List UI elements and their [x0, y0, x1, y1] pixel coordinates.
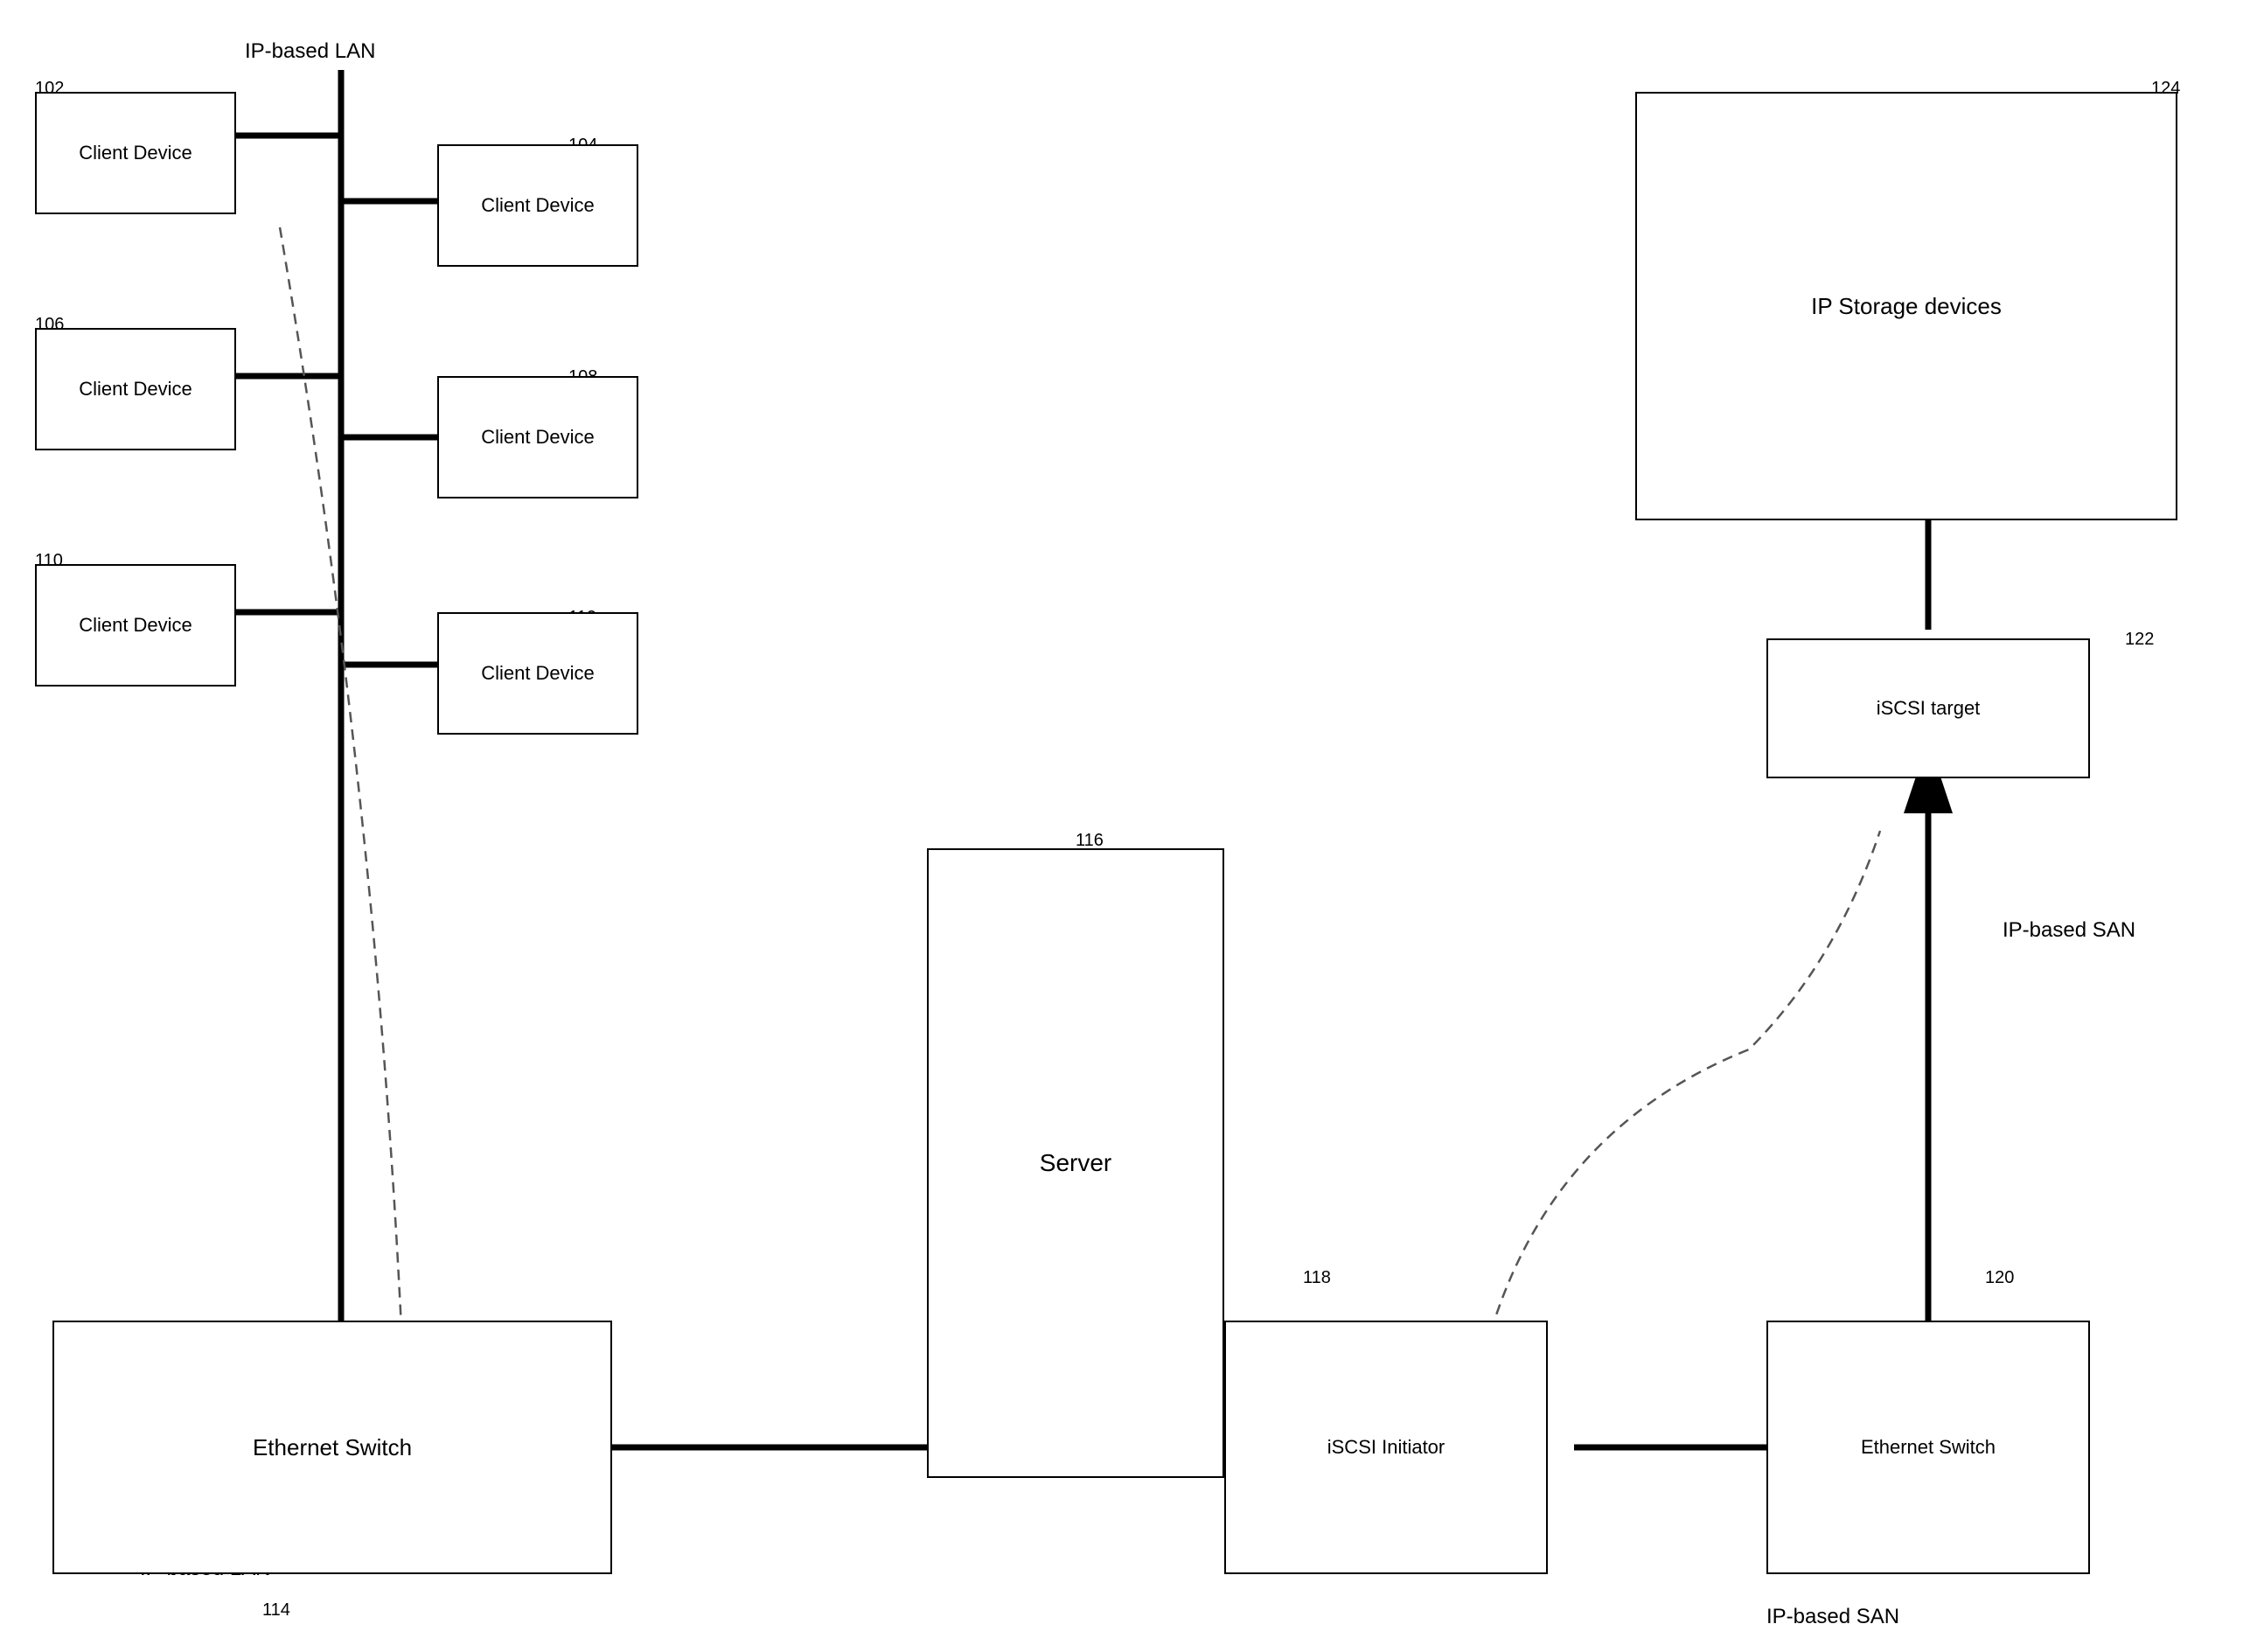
ref-118: 118 [1303, 1268, 1331, 1288]
ip-san-label-bottom: IP-based SAN [1766, 1605, 1899, 1629]
ref-122: 122 [2125, 630, 2154, 650]
ref-120: 120 [1985, 1268, 2014, 1288]
ip-storage-124: IP Storage devices [1635, 92, 2177, 520]
client-device-110: Client Device [35, 564, 236, 687]
ethernet-switch-120: Ethernet Switch [1766, 1321, 2090, 1574]
client-device-112: Client Device [437, 612, 638, 735]
iscsi-initiator-118: iSCSI Initiator [1224, 1321, 1548, 1574]
ip-san-label-right: IP-based SAN [2003, 918, 2135, 943]
server-116: Server [927, 848, 1224, 1478]
ethernet-switch-114: Ethernet Switch [52, 1321, 612, 1574]
ip-lan-label-top: IP-based LAN [245, 39, 375, 64]
diagram-container: IP-based LAN IP-based LAN IP-based SAN I… [0, 0, 2243, 1652]
ref-114: 114 [262, 1600, 290, 1621]
client-device-108: Client Device [437, 376, 638, 498]
client-device-104: Client Device [437, 144, 638, 267]
client-device-106: Client Device [35, 328, 236, 450]
client-device-102: Client Device [35, 92, 236, 214]
iscsi-target-122: iSCSI target [1766, 638, 2090, 778]
